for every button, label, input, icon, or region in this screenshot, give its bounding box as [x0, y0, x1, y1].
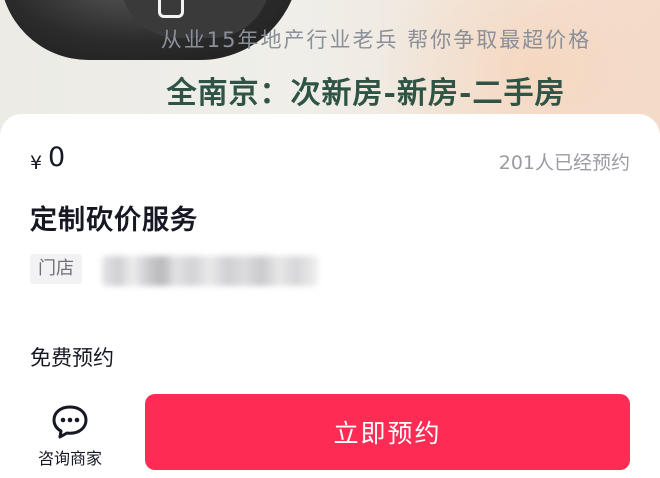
- contact-merchant-button[interactable]: 咨询商家: [32, 404, 108, 470]
- product-card: ¥ 0 201人已经预约 定制砍价服务 门店 免费预约 咨询商家 立即预约: [0, 114, 660, 478]
- booked-count: 201人已经预约: [498, 152, 630, 174]
- price-value: 0: [48, 142, 66, 173]
- product-page: 从业15年地产行业老兵 帮你争取最超价格 全南京：次新房-新房-二手房 ¥ 0 …: [0, 0, 660, 478]
- banner-tagline: 从业15年地产行业老兵 帮你争取最超价格: [160, 28, 592, 52]
- price-row: ¥ 0 201人已经预约: [30, 142, 630, 178]
- service-title: 定制砍价服务: [30, 205, 198, 236]
- banner-decoration-glyph: [158, 0, 184, 18]
- store-row[interactable]: 门店: [30, 252, 330, 286]
- price-currency: ¥: [30, 152, 43, 174]
- booking-type-label: 免费预约: [30, 346, 114, 370]
- book-now-button[interactable]: 立即预约: [145, 394, 630, 470]
- store-name-blurred[interactable]: [102, 256, 318, 286]
- store-tag: 门店: [30, 254, 82, 284]
- contact-merchant-label: 咨询商家: [37, 449, 102, 468]
- banner-headline: 全南京：次新房-新房-二手房: [166, 76, 566, 111]
- chat-bubble-icon: [52, 405, 88, 439]
